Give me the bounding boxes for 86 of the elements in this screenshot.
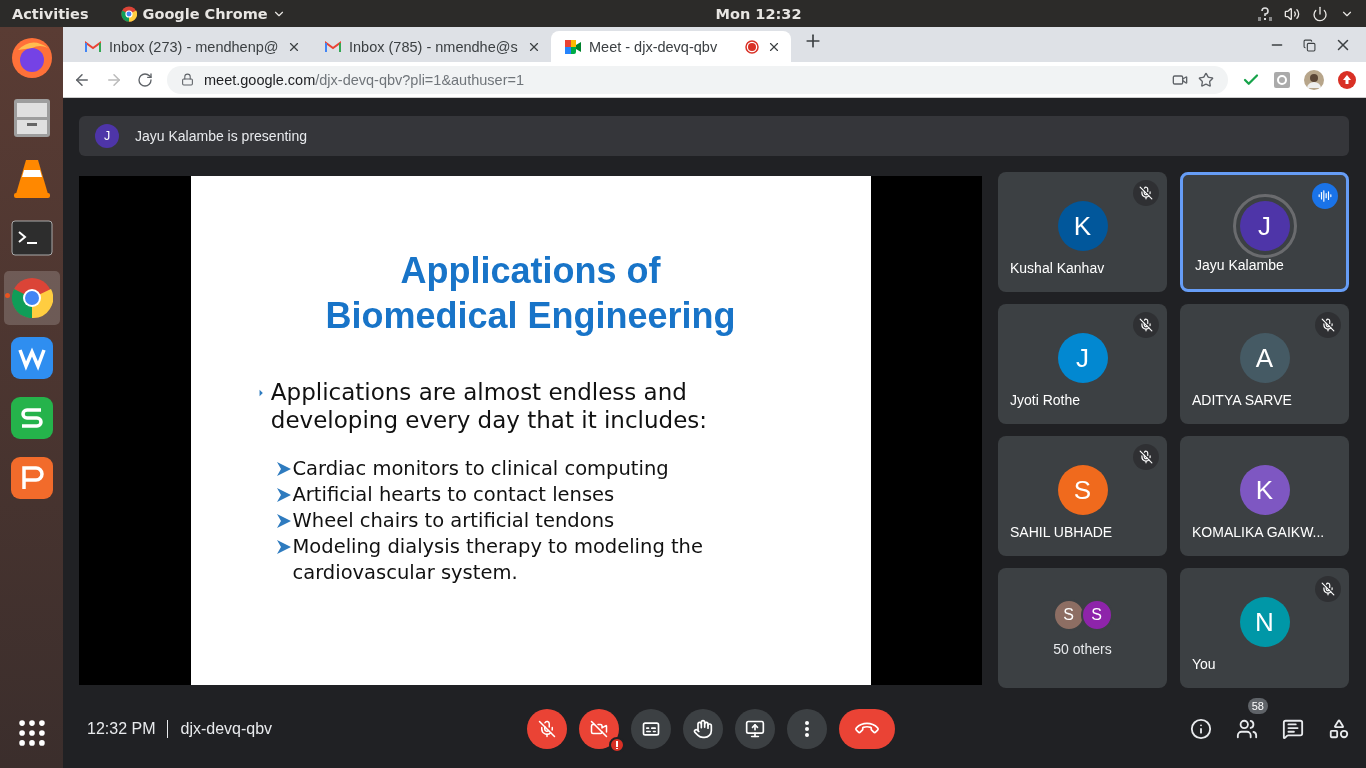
volume-icon — [1284, 5, 1300, 22]
arrow-bullet-icon — [276, 488, 291, 502]
power-icon — [1312, 5, 1328, 22]
arrow-bullet-icon — [276, 540, 291, 554]
browser-tab[interactable]: Meet - djx-devq-qbv — [551, 31, 791, 62]
lock-icon — [181, 73, 194, 86]
meeting-time: 12:32 PM — [87, 720, 156, 738]
list-item: Modeling dialysis therapy to modeling the cardiovascular system. — [292, 534, 704, 586]
mail-icon — [325, 40, 341, 53]
bullet-text: Applications are almost endless and developing every day that it includes: — [270, 378, 709, 434]
raise-hand-button[interactable] — [683, 709, 723, 749]
firefox-icon[interactable] — [9, 36, 54, 80]
participant-tile[interactable]: S S 50 others — [998, 568, 1167, 688]
mic-button[interactable] — [527, 709, 567, 749]
network-icon — [1258, 6, 1272, 21]
slide-title: Applications of — [400, 249, 661, 293]
browser-tab[interactable]: Inbox (785) - nmendhe@s — [311, 31, 551, 62]
participant-tile[interactable]: J Jayu Kalambe — [1180, 172, 1349, 292]
avatar: K — [1057, 201, 1108, 251]
restore-icon[interactable] — [1303, 38, 1316, 52]
people-count: 58 — [1247, 698, 1268, 714]
list-item: Artificial hearts to contact lenses — [292, 482, 615, 508]
star-icon[interactable] — [1198, 71, 1214, 88]
participant-tile[interactable]: S SAHIL UBHADE — [998, 436, 1167, 556]
avatar: N — [1239, 597, 1290, 647]
captions-icon — [641, 719, 661, 739]
leave-call-button[interactable] — [839, 709, 895, 749]
more-icon — [805, 721, 809, 737]
avatar: J — [95, 124, 119, 148]
avatar: S — [1080, 599, 1113, 631]
reload-icon[interactable] — [137, 71, 153, 88]
arrow-bullet-icon — [276, 462, 291, 476]
captions-button[interactable] — [631, 709, 671, 749]
clock[interactable]: Mon 12:32 — [715, 5, 802, 22]
participant-tile[interactable]: N You — [1180, 568, 1349, 688]
chrome-icon — [120, 5, 137, 22]
spreadsheet-icon[interactable] — [10, 397, 53, 439]
info-button[interactable] — [1190, 718, 1212, 740]
chrome-icon[interactable] — [10, 277, 53, 319]
activities-button[interactable] — [1328, 718, 1350, 740]
hand-icon — [693, 719, 713, 739]
participant-tile[interactable]: K KOMALIKA GAIKW... — [1180, 436, 1349, 556]
participant-name: 50 others — [1053, 641, 1112, 657]
participant-name: ADITYA SARVE — [1192, 392, 1292, 408]
list-item: Wheel chairs to artificial tendons — [292, 508, 615, 534]
present-icon — [745, 719, 765, 739]
participant-tile[interactable]: J Jyoti Rothe — [998, 304, 1167, 424]
update-icon[interactable] — [1338, 70, 1356, 89]
mail-icon — [85, 40, 101, 53]
camera-logo-icon — [565, 39, 581, 54]
arrow-bullet-icon — [276, 514, 291, 528]
participant-tile[interactable]: K Kushal Kanhav — [998, 172, 1167, 292]
presentation-icon[interactable] — [10, 457, 53, 499]
avatar: S — [1052, 599, 1085, 631]
list-item: Cardiac monitors to clinical computing — [292, 456, 669, 482]
browser-tab[interactable]: Inbox (273) - mendhenp@ — [71, 31, 311, 62]
participant-name: Jayu Kalambe — [1195, 257, 1284, 273]
participant-name: KOMALIKA GAIKW... — [1192, 524, 1325, 540]
participant-name: Jyoti Rothe — [1010, 392, 1081, 408]
more-button[interactable] — [787, 709, 827, 749]
avatar: S — [1057, 465, 1108, 515]
slide-title: Biomedical Engineering — [325, 294, 736, 338]
alert-icon — [609, 737, 625, 753]
avatar: K — [1239, 465, 1290, 515]
participant-tile[interactable]: A ADITYA SARVE — [1180, 304, 1349, 424]
mic-off-icon — [538, 720, 556, 738]
activities-button[interactable]: Activities — [12, 5, 89, 22]
terminal-icon[interactable] — [10, 220, 53, 256]
chat-button[interactable] — [1282, 718, 1304, 740]
writer-icon[interactable] — [10, 337, 53, 379]
meeting-code: djx-devq-qbv — [180, 720, 273, 738]
avatar: A — [1239, 333, 1290, 383]
address-bar[interactable]: meet.google.com/djx-devq-qbv?pli=1&authuser=1 — [167, 65, 1228, 94]
avatar: J — [1239, 201, 1290, 251]
profile-avatar[interactable] — [1304, 69, 1324, 90]
running-dot — [4, 293, 10, 298]
file-cabinet-icon[interactable] — [11, 97, 52, 139]
presenting-text: Jayu Kalambe is presenting — [135, 128, 307, 144]
camera-off-icon — [590, 720, 608, 738]
present-button[interactable] — [735, 709, 775, 749]
app-menu[interactable]: Google Chrome — [142, 5, 268, 22]
participant-name: Kushal Kanhav — [1010, 260, 1105, 276]
speaking-icon — [1312, 183, 1338, 209]
participant-name: SAHIL UBHADE — [1010, 524, 1113, 540]
avatar: J — [1057, 333, 1108, 383]
participant-name: You — [1192, 656, 1216, 672]
